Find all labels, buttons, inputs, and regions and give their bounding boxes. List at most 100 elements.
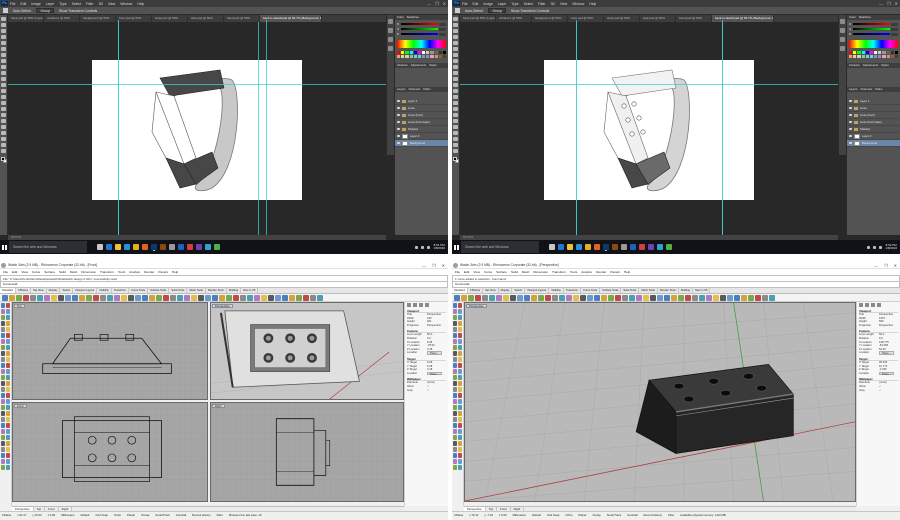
toolbar-icon[interactable] <box>727 294 733 301</box>
toolbar-icon[interactable] <box>566 294 572 301</box>
toolbar-icon[interactable] <box>720 294 726 301</box>
slider-value-b[interactable] <box>891 32 898 36</box>
layer-row[interactable]: Layer 0 <box>395 133 448 140</box>
foreground-color-swatch[interactable] <box>1 157 5 161</box>
maximize-icon[interactable]: ❐ <box>884 262 888 269</box>
toolbar-icon[interactable] <box>86 294 92 301</box>
toolbar-icon[interactable] <box>268 294 274 301</box>
gradient-tool-icon[interactable] <box>1 83 6 87</box>
side-tool-icon[interactable] <box>1 321 5 326</box>
close-icon[interactable]: ✕ <box>895 1 898 6</box>
properties-icon[interactable] <box>407 303 411 307</box>
ps-canvas-area[interactable] <box>460 20 838 240</box>
color-swatch[interactable] <box>422 51 426 54</box>
toolbar-icon[interactable] <box>219 294 225 301</box>
color-swatch[interactable] <box>397 55 401 58</box>
color-swatch[interactable] <box>861 51 865 54</box>
menu-item[interactable]: Edit <box>472 2 478 6</box>
side-tool-icon[interactable] <box>458 453 462 458</box>
toolbar-icon[interactable] <box>685 294 691 301</box>
toolbar-tab[interactable]: Set View <box>31 288 47 293</box>
toolbar-tab[interactable]: Visibility <box>549 288 564 293</box>
status-item[interactable]: Gumball <box>176 512 186 517</box>
menu-item[interactable]: View <box>560 2 567 6</box>
status-item[interactable]: Ortho <box>114 512 121 517</box>
side-tool-icon[interactable] <box>458 321 462 326</box>
toolbar-icon[interactable] <box>184 294 190 301</box>
slider-value-b[interactable] <box>439 32 446 36</box>
eye-icon[interactable] <box>397 135 400 137</box>
document-tab[interactable]: side.psd @ 50% <box>188 15 224 22</box>
side-tool-icon[interactable] <box>458 381 462 386</box>
toolbar-icon[interactable] <box>629 294 635 301</box>
pen-tool-icon[interactable] <box>453 101 458 105</box>
toolbar-tab[interactable]: Render Tools <box>658 288 679 293</box>
document-tab[interactable]: strap.psd @ 50% <box>152 15 188 22</box>
side-tool-icon[interactable] <box>1 423 5 428</box>
show-transform-checkbox[interactable]: Show Transform Controls <box>59 9 97 13</box>
toolbar-tab[interactable]: Display <box>499 288 513 293</box>
toolbar-tab[interactable]: Curve Tools <box>581 288 601 293</box>
type-tool-icon[interactable] <box>453 107 458 111</box>
color-swatch[interactable] <box>869 55 873 58</box>
side-tool-icon[interactable] <box>453 369 457 374</box>
layer-row[interactable]: Shadow <box>847 126 900 133</box>
display-icon[interactable] <box>871 303 875 307</box>
color-swatch[interactable] <box>409 55 413 58</box>
color-swatch[interactable] <box>434 55 438 58</box>
ps-canvas-area[interactable] <box>8 20 386 240</box>
side-tool-icon[interactable] <box>1 333 5 338</box>
slider-g[interactable] <box>853 28 890 30</box>
toolbar-icon[interactable] <box>755 294 761 301</box>
tab-swatches[interactable]: Swatches <box>859 15 871 20</box>
side-tool-icon[interactable] <box>6 351 10 356</box>
side-tool-icon[interactable] <box>1 447 5 452</box>
color-swatch[interactable] <box>865 55 869 58</box>
toolbar-icon[interactable] <box>177 294 183 301</box>
menu-item[interactable]: Edit <box>20 2 26 6</box>
close-icon[interactable]: ✕ <box>894 262 897 269</box>
toolbar-icon[interactable] <box>496 294 502 301</box>
toolbar-icon[interactable] <box>699 294 705 301</box>
side-tool-icon[interactable] <box>458 339 462 344</box>
zoom-tool-icon[interactable] <box>453 131 458 135</box>
toolbar-icon[interactable] <box>510 294 516 301</box>
toolbar-tab[interactable]: Solid Tools <box>169 288 188 293</box>
toolbar-icon[interactable] <box>296 294 302 301</box>
side-tool-icon[interactable] <box>453 345 457 350</box>
toolbar-icon[interactable] <box>769 294 775 301</box>
toolbar-tab[interactable]: New in V5 <box>241 288 259 293</box>
color-swatch[interactable] <box>413 55 417 58</box>
document-tab[interactable]: front.psd @ 50% <box>116 15 152 22</box>
menu-item[interactable]: Select <box>524 2 533 6</box>
type-tool-icon[interactable] <box>1 107 6 111</box>
viewport-title[interactable]: Front <box>14 404 27 408</box>
eye-icon[interactable] <box>849 135 852 137</box>
toolbar-icon[interactable] <box>601 294 607 301</box>
layer-row[interactable]: Layer 0 <box>847 133 900 140</box>
toolbar-icon[interactable] <box>72 294 78 301</box>
toolbar-icon[interactable] <box>741 294 747 301</box>
status-item[interactable]: Default <box>532 512 541 517</box>
toolbar-icon[interactable] <box>650 294 656 301</box>
side-tool-icon[interactable] <box>6 411 10 416</box>
document-tab[interactable]: back.psd @ 50% (Layer 1, RGB/8) <box>460 15 496 22</box>
side-tool-icon[interactable] <box>453 309 457 314</box>
side-tool-icon[interactable] <box>458 405 462 410</box>
slider-value-g[interactable] <box>439 27 446 31</box>
toolbar-tab[interactable]: Viewport Layout <box>525 288 550 293</box>
toolbar-icon[interactable] <box>303 294 309 301</box>
toolbar-icon[interactable] <box>79 294 85 301</box>
side-tool-icon[interactable] <box>6 465 10 470</box>
toolbar-icon[interactable] <box>149 294 155 301</box>
photoshop-taskbar-icon[interactable] <box>603 244 609 250</box>
toolbar-icon[interactable] <box>163 294 169 301</box>
color-swatch[interactable] <box>878 51 882 54</box>
maximize-icon[interactable]: ❐ <box>887 1 891 6</box>
toolbar-tab[interactable]: Solid Tools <box>621 288 640 293</box>
slider-value-r[interactable] <box>439 22 446 26</box>
viewport-title[interactable]: Perspective <box>466 304 487 308</box>
eyedropper-tool-icon[interactable] <box>1 47 6 51</box>
clock[interactable]: 8:51 PM 1/8/2016 <box>433 243 445 251</box>
side-tool-icon[interactable] <box>458 309 462 314</box>
